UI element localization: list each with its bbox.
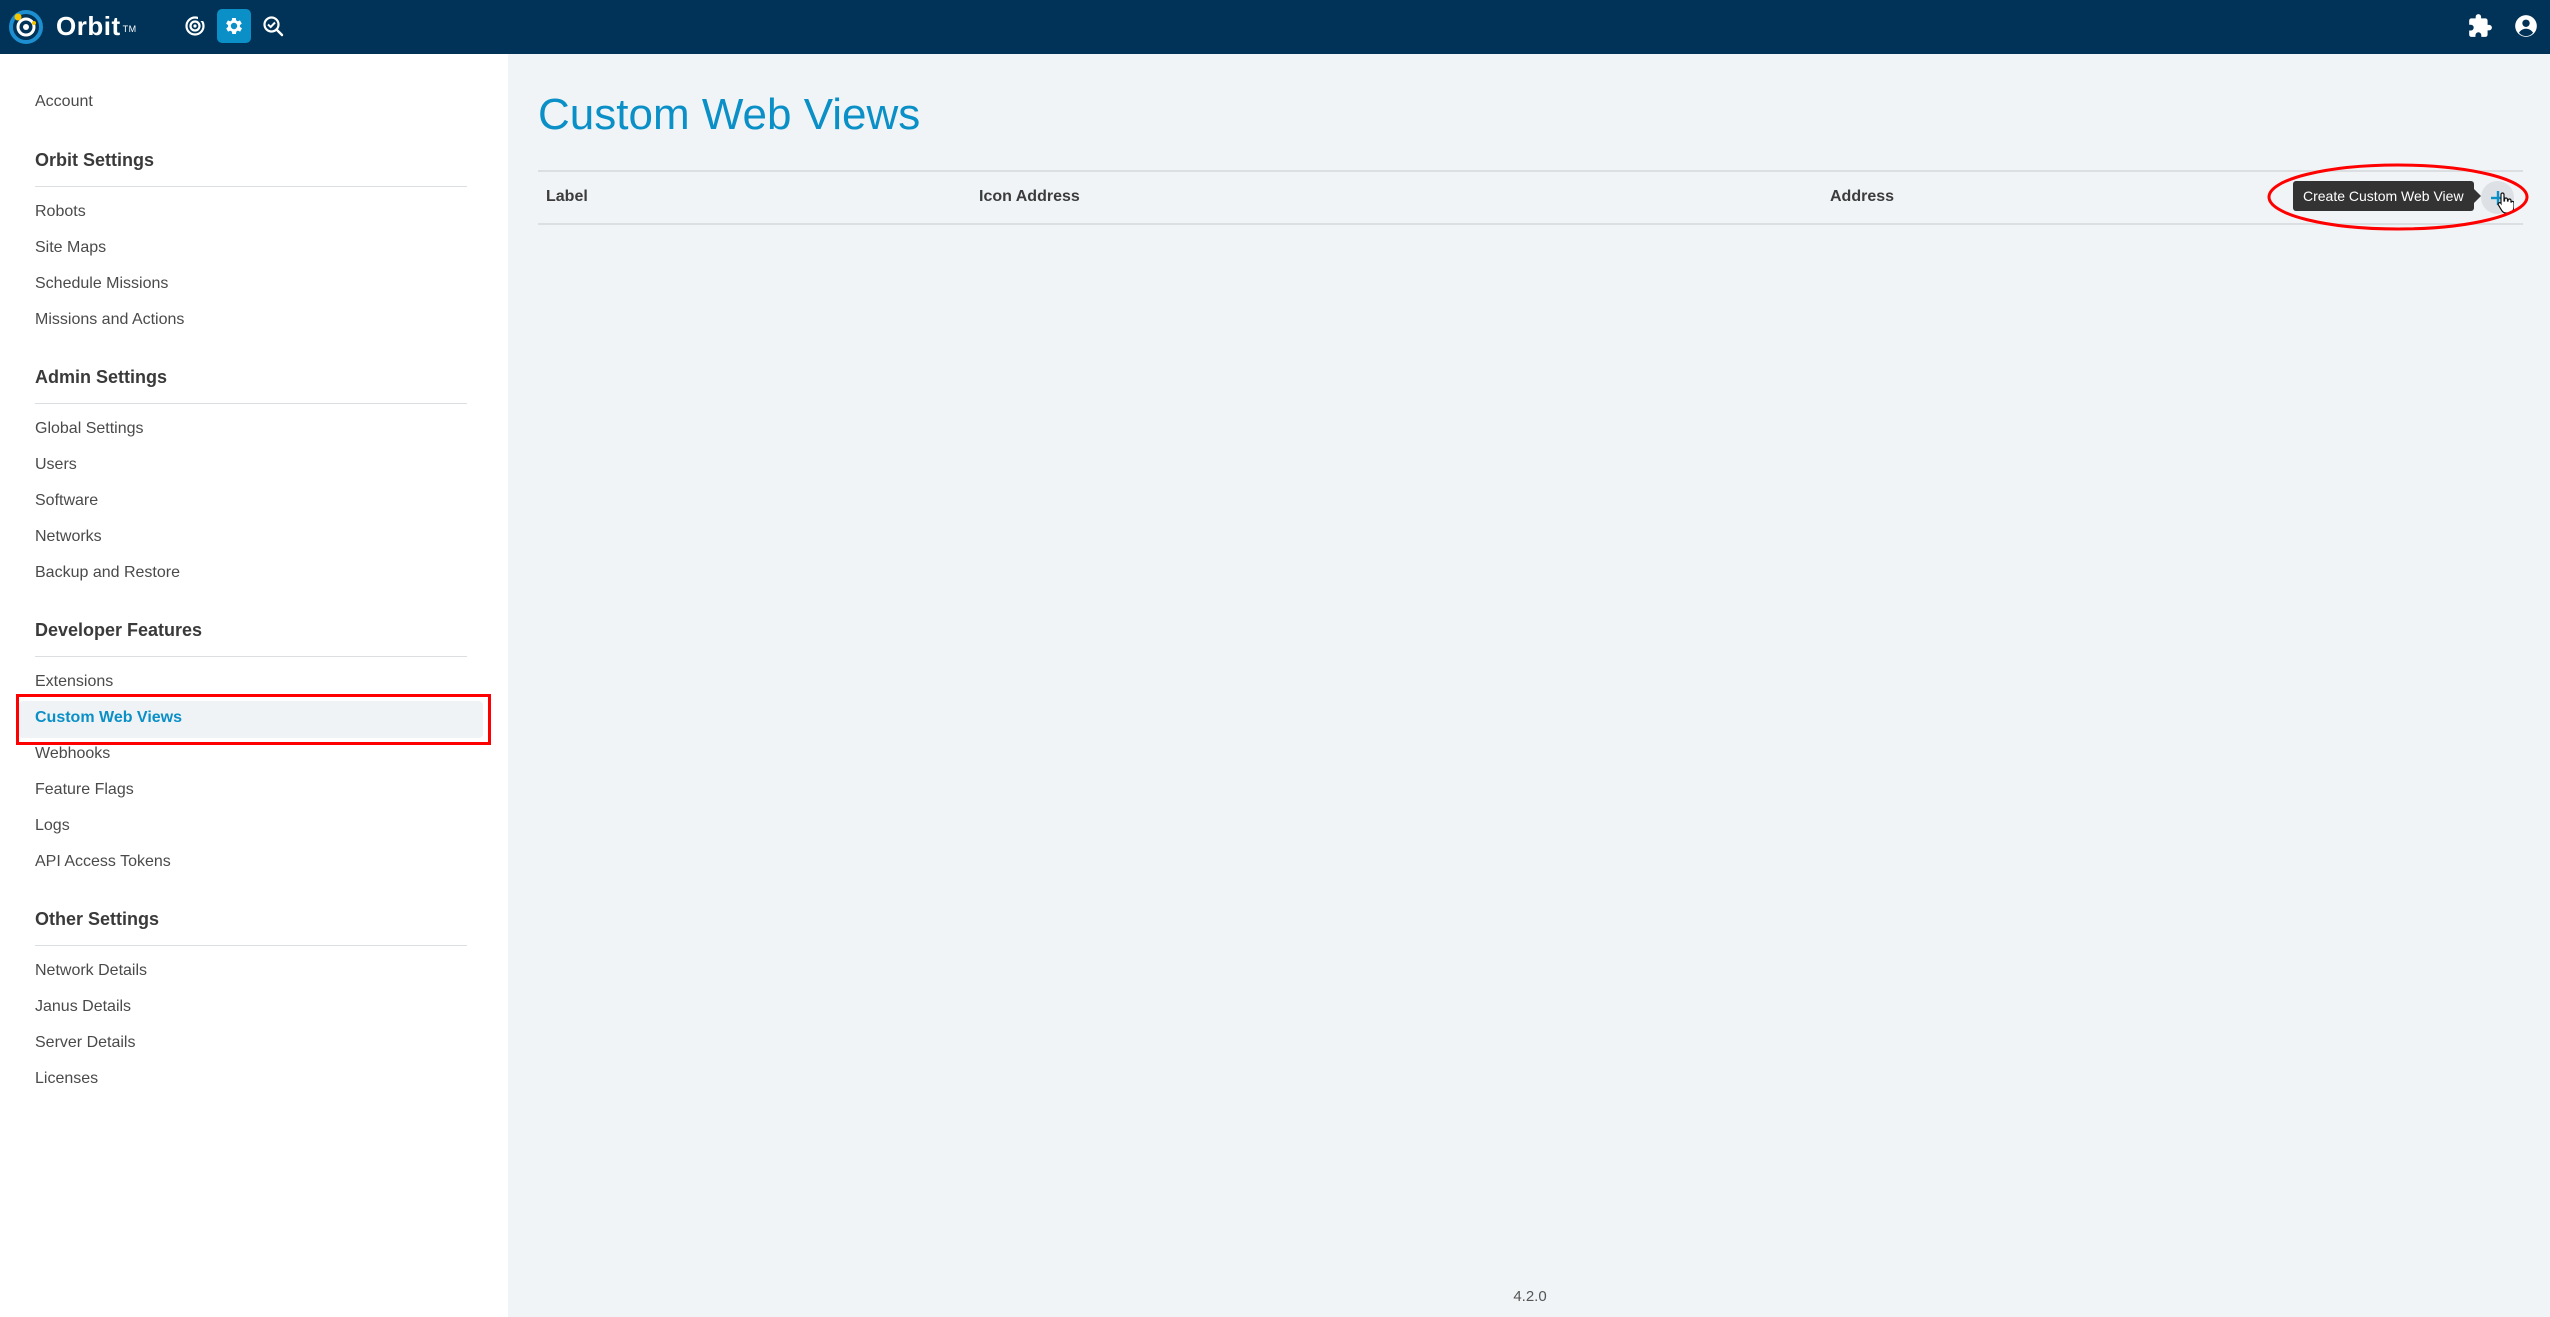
nav-search-button[interactable]	[256, 9, 290, 43]
target-icon	[185, 16, 205, 36]
sidebar-item-custom-web-views[interactable]: Custom Web Views	[35, 708, 182, 728]
section-heading-developer-features: Developer Features	[35, 620, 203, 640]
sidebar-item-logs[interactable]: Logs	[35, 816, 70, 836]
section-divider	[35, 403, 467, 404]
create-custom-web-view-tooltip: Create Custom Web View	[2293, 181, 2481, 211]
section-divider	[35, 656, 467, 657]
page-title: Custom Web Views	[538, 90, 921, 139]
column-header-address[interactable]: Address	[1830, 187, 1894, 207]
column-header-label[interactable]: Label	[546, 187, 588, 207]
sidebar-item-api-access-tokens[interactable]: API Access Tokens	[35, 852, 171, 872]
user-account-button[interactable]	[2513, 13, 2539, 39]
app-version: 4.2.0	[1513, 1288, 1547, 1305]
section-divider	[35, 945, 467, 946]
sidebar-item-backup-and-restore[interactable]: Backup and Restore	[35, 563, 180, 583]
section-heading-other-settings: Other Settings	[35, 909, 160, 929]
sidebar-item-missions-and-actions[interactable]: Missions and Actions	[35, 310, 184, 330]
plus-icon	[2490, 190, 2505, 205]
nav-target-button[interactable]	[178, 9, 212, 43]
sidebar-item-server-details[interactable]: Server Details	[35, 1033, 135, 1053]
sidebar-item-networks[interactable]: Networks	[35, 527, 102, 547]
create-custom-web-view-button[interactable]	[2481, 181, 2514, 214]
brand-name: Orbit TM	[56, 11, 137, 41]
sidebar-item-licenses[interactable]: Licenses	[35, 1069, 98, 1089]
sidebar-item-webhooks[interactable]: Webhooks	[35, 744, 110, 764]
sidebar-item-extensions[interactable]: Extensions	[35, 672, 113, 692]
sidebar-item-global-settings[interactable]: Global Settings	[35, 419, 144, 439]
sidebar-item-users[interactable]: Users	[35, 455, 77, 475]
sidebar-item-software[interactable]: Software	[35, 491, 98, 511]
orbit-logo-icon[interactable]	[8, 9, 44, 45]
sidebar-item-account[interactable]: Account	[35, 92, 93, 112]
gear-icon	[226, 18, 242, 34]
nav-settings-button[interactable]	[217, 9, 251, 43]
section-divider	[35, 186, 467, 187]
sidebar-item-robots[interactable]: Robots	[35, 202, 86, 222]
top-navigation-bar: Orbit TM	[0, 0, 2550, 54]
sidebar-item-janus-details[interactable]: Janus Details	[35, 997, 131, 1017]
settings-sidebar: Account Orbit Settings Robots Site Maps …	[0, 54, 508, 1317]
column-header-icon-address[interactable]: Icon Address	[979, 187, 1080, 207]
sidebar-item-site-maps[interactable]: Site Maps	[35, 238, 106, 258]
search-check-icon	[263, 16, 284, 37]
user-account-icon	[2515, 15, 2537, 37]
extensions-button[interactable]	[2467, 13, 2493, 39]
section-heading-admin-settings: Admin Settings	[35, 367, 168, 387]
section-heading-orbit-settings: Orbit Settings	[35, 150, 155, 170]
sidebar-item-feature-flags[interactable]: Feature Flags	[35, 780, 134, 800]
table-header-row: Label Icon Address Address	[538, 170, 2523, 225]
puzzle-icon	[2469, 14, 2492, 37]
sidebar-item-schedule-missions[interactable]: Schedule Missions	[35, 274, 168, 294]
sidebar-item-network-details[interactable]: Network Details	[35, 961, 147, 981]
